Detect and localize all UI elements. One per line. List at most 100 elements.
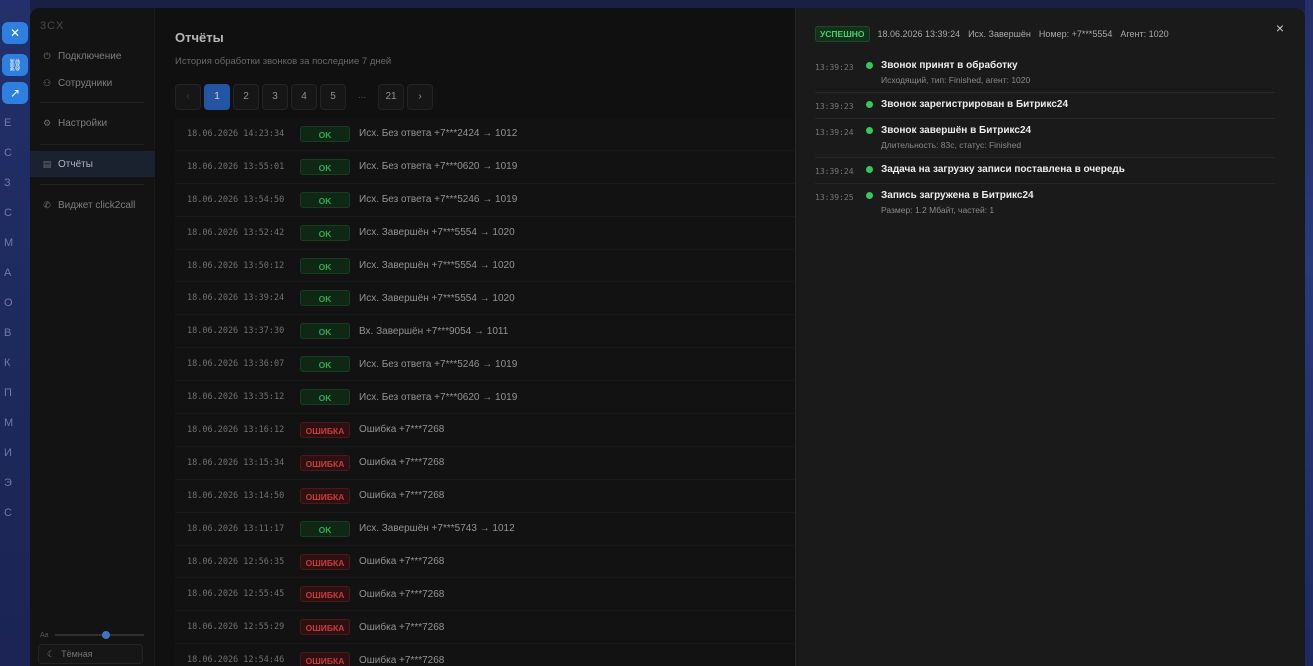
plug-icon: ⏻ [43,51,51,61]
row-timestamp: 18.06.2026 12:55:45 [187,589,285,600]
row-timestamp: 18.06.2026 13:15:34 [187,457,285,468]
event-time: 13:39:24 [815,128,854,137]
report-row[interactable]: 18.06.2026 13:54:50 OK Исх. Без ответа +7*… [175,183,795,217]
row-description: Ошибка +7***7268 [359,621,445,633]
row-timestamp: 18.06.2026 12:54:46 [187,655,285,666]
page-button[interactable]: 2 [233,84,259,110]
slider-knob[interactable] [101,631,110,639]
row-description: Исх. Завершён +7***5554 → 1020 [359,292,515,304]
report-row[interactable]: 18.06.2026 13:14:50 ОШИБКА Ошибка +7***726… [175,479,795,513]
background-nav-item: С [4,207,12,219]
row-timestamp: 18.06.2026 13:36:07 [187,359,285,370]
theme-label: Тёмная [61,649,93,659]
event-time: 13:39:23 [815,102,854,111]
report-row[interactable]: 18.06.2026 14:23:34 OK Исх. Без ответа +7*… [175,118,795,151]
report-row[interactable]: 18.06.2026 12:55:45 ОШИБКА Ошибка +7***726… [175,578,795,612]
page-button[interactable]: 4 [291,84,317,110]
report-row[interactable]: 18.06.2026 13:15:34 ОШИБКА Ошибка +7***726… [175,446,795,480]
sidebar-item-reports[interactable]: ▤ Отчёты [30,151,155,177]
background-right-strip [1305,0,1313,666]
row-timestamp: 18.06.2026 13:54:50 [187,194,285,205]
theme-toggle-button[interactable]: ☾ Тёмная [38,644,143,664]
row-description: Исх. Завершён +7***5743 → 1012 [359,523,515,535]
status-badge: OK [300,290,350,307]
font-size-slider[interactable]: Aa [40,628,144,642]
sidebar-item-connection[interactable]: ⏻ Подключение [30,43,155,69]
page-button[interactable]: 21 [378,84,404,110]
row-timestamp: 18.06.2026 13:16:12 [187,424,285,435]
report-row[interactable]: 18.06.2026 13:39:24 OK Исх. Завершён +7***… [175,282,795,316]
page-button[interactable]: 5 [320,84,346,110]
event-body: Задача на загрузку записи поставлена в о… [881,164,1125,176]
event-title: Звонок принят в обработку [881,60,1018,71]
status-badge: OK [300,158,350,175]
sidebar-item-employees[interactable]: ⚇ Сотрудники [30,70,155,96]
sidebar-item-label: Виджет click2call [58,199,136,211]
status-badge: УСПЕШНО [815,26,870,42]
timeline-event: 13:39:23 Звонок принят в обработку Исходящ… [815,54,1275,93]
sidebar: 3CX ⏻ Подключение ⚇ Сотрудники ⚙ Настрой… [30,8,155,666]
page-button[interactable]: 1 [204,84,230,110]
sidebar-item-label: Подключение [58,50,122,62]
report-row[interactable]: 18.06.2026 13:55:01 OK Исх. Без ответа +7*… [175,150,795,184]
timeline-event: 13:39:24 Задача на загрузку записи постав… [815,158,1275,184]
event-body: Звонок принят в обработку Исходящий, тип:… [881,60,1030,85]
background-nav-item: А [4,267,12,279]
divider [40,184,144,185]
external-link-icon[interactable]: ↗ [2,82,28,104]
background-nav-item: О [4,297,13,309]
report-row[interactable]: 18.06.2026 13:50:12 OK Исх. Завершён +7***… [175,249,795,283]
row-description: Исх. Без ответа +7***0620 → 1019 [359,391,518,403]
event-body: Звонок завершён в Битрикс24 Длительность:… [881,125,1031,150]
row-timestamp: 18.06.2026 12:55:29 [187,622,285,633]
sidebar-item-widget[interactable]: ✆ Виджет click2call [30,192,155,218]
event-detail: Размер: 1.2 Мбайт, частей: 1 [881,205,995,215]
status-badge: ОШИБКА [300,652,350,666]
link-icon[interactable]: ⛓ [2,54,28,76]
row-description: Исх. Без ответа +7***5246 → 1019 [359,358,518,370]
report-row[interactable]: 18.06.2026 13:16:12 ОШИБКА Ошибка +7***726… [175,414,795,447]
prev-page-button[interactable]: ‹ [175,84,201,110]
status-badge: ОШИБКА [300,619,350,636]
page-button[interactable]: 3 [262,84,288,110]
call-datetime: 18.06.2026 13:39:24 [877,29,961,39]
phone-icon: ✆ [43,200,51,210]
timeline-event: 13:39:23 Звонок зарегистрирован в Битрикс… [815,93,1275,119]
status-badge: ОШИБКА [300,454,350,471]
brand-logo: 3CX [40,20,65,32]
event-time: 13:39:24 [815,167,854,176]
row-description: Исх. Без ответа +7***5246 → 1019 [359,194,518,206]
status-dot-icon [866,192,873,199]
row-description: Исх. Без ответа +7***2424 → 1012 [359,128,518,140]
slider-track[interactable] [54,631,144,639]
event-title: Звонок зарегистрирован в Битрикс24 [881,99,1069,110]
background-nav-item: Э [4,477,12,489]
divider [40,102,144,103]
report-row[interactable]: 18.06.2026 12:54:46 ОШИБКА Ошибка +7***726… [175,644,795,666]
report-row[interactable]: 18.06.2026 12:56:35 ОШИБКА Ошибка +7***726… [175,545,795,579]
row-timestamp: 18.06.2026 13:14:50 [187,490,285,501]
status-badge: OK [300,520,350,537]
report-row[interactable]: 18.06.2026 13:11:17 OK Исх. Завершён +7***… [175,512,795,546]
event-body: Запись загружена в Битрикс24 Размер: 1.2 … [881,190,1034,215]
timeline-event: 13:39:24 Звонок завершён в Битрикс24 Длите… [815,119,1275,158]
call-number: Номер: +7***5554 [1038,29,1113,39]
close-icon[interactable]: ✕ [2,22,28,44]
report-row[interactable]: 18.06.2026 13:37:30 OK Вх. Завершён +7***9… [175,315,795,349]
pagination-ellipsis: ... [357,90,367,101]
background-nav-item: E [4,117,12,129]
report-row[interactable]: 18.06.2026 13:52:42 OK Исх. Завершён +7***… [175,216,795,250]
report-row[interactable]: 18.06.2026 13:36:07 OK Исх. Без ответа +7*… [175,348,795,382]
status-dot-icon [866,101,873,108]
status-badge: OK [300,125,350,142]
next-page-button[interactable]: › [407,84,433,110]
background-nav-item: С [4,147,12,159]
row-timestamp: 18.06.2026 13:11:17 [187,523,285,534]
report-row[interactable]: 18.06.2026 12:55:29 ОШИБКА Ошибка +7***726… [175,611,795,645]
sidebar-item-settings[interactable]: ⚙ Настройки [30,110,155,136]
row-timestamp: 18.06.2026 13:35:12 [187,392,285,403]
report-row[interactable]: 18.06.2026 13:35:12 OK Исх. Без ответа +7*… [175,381,795,415]
close-icon[interactable]: × [1273,21,1287,35]
row-description: Исх. Без ответа +7***0620 → 1019 [359,161,518,173]
status-badge: OK [300,323,350,340]
